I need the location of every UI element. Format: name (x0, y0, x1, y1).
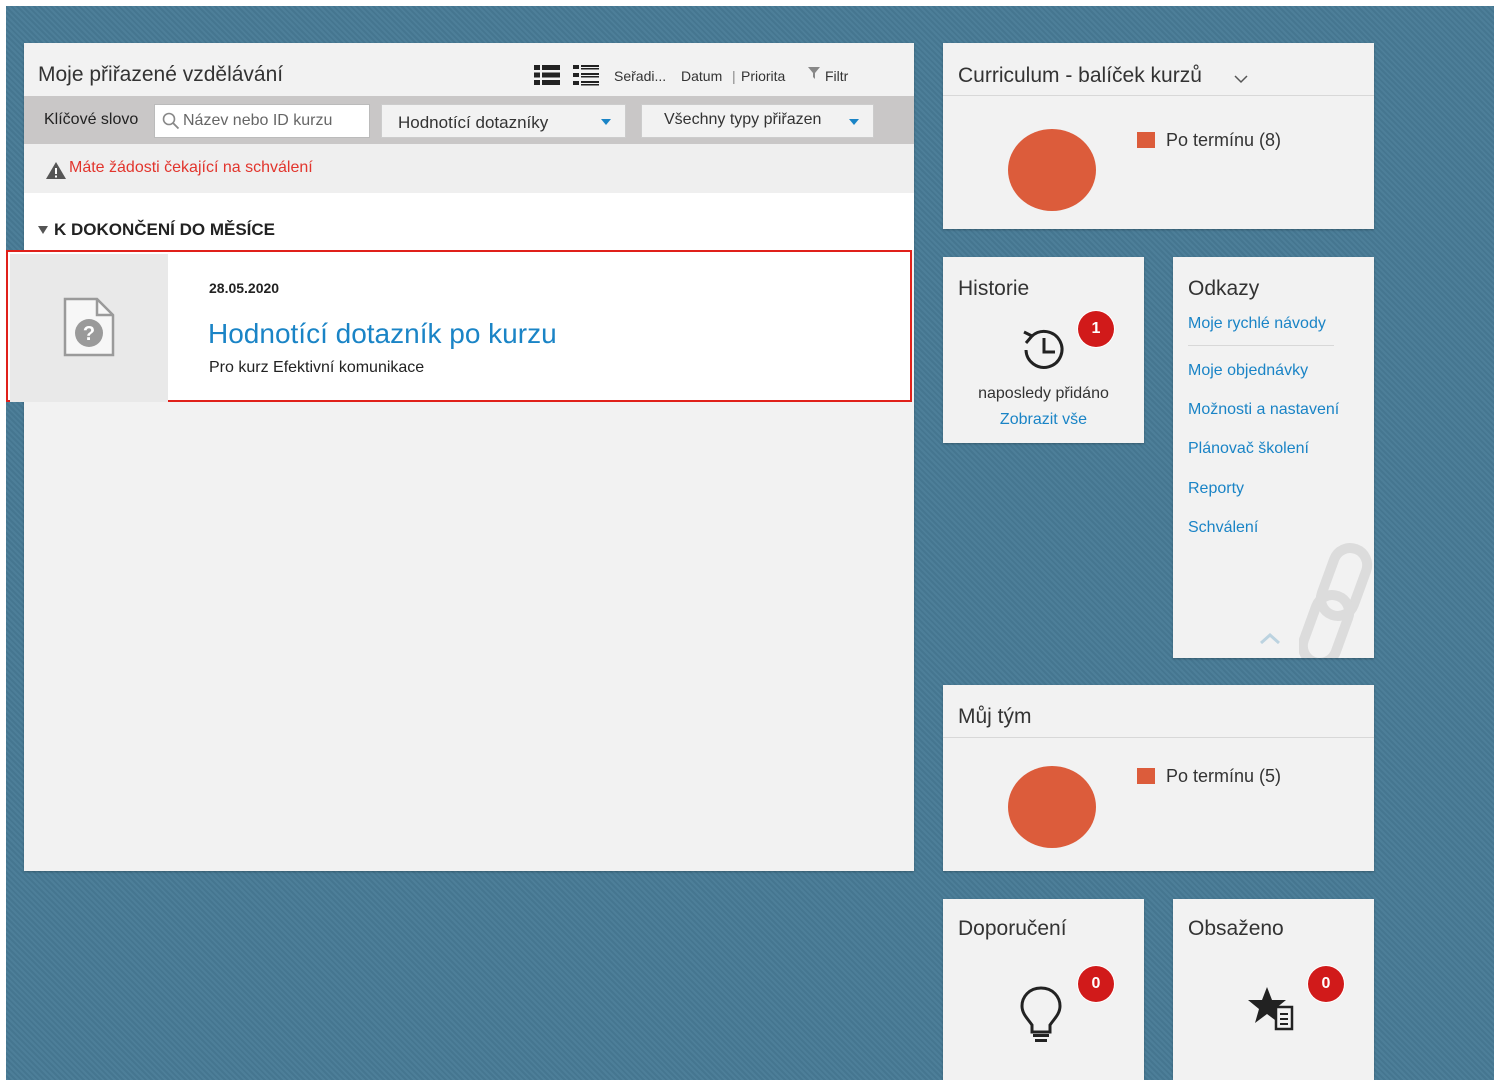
link-my-orders[interactable]: Moje objednávky (1188, 362, 1308, 380)
svg-text:?: ? (83, 323, 95, 345)
detail-view-icon[interactable] (573, 64, 599, 86)
item-title-link[interactable]: Hodnotící dotazník po kurzu (208, 318, 557, 350)
panel-title: Moje přiřazené vzdělávání (38, 63, 284, 86)
sort-date-option[interactable]: Datum (681, 68, 722, 84)
learning-item-row[interactable]: ? 28.05.2020 Hodnotící dotazník po kurzu… (6, 250, 912, 402)
link-approvals[interactable]: Schválení (1188, 519, 1258, 537)
warning-icon (45, 161, 67, 185)
sort-separator: | (732, 68, 736, 84)
recommendations-count-badge: 0 (1078, 966, 1114, 1002)
contained-tile: Obsaženo 0 (1173, 899, 1374, 1080)
curriculum-tile: Curriculum - balíček kurzů Po termínu (8… (943, 43, 1374, 229)
search-field[interactable] (154, 104, 370, 138)
chevron-down-icon (601, 119, 611, 125)
item-due-date: 28.05.2020 (209, 280, 280, 296)
search-input[interactable] (183, 111, 363, 131)
lightbulb-icon[interactable] (1019, 985, 1063, 1050)
recommendations-title: Doporučení (958, 917, 1067, 940)
team-title: Můj tým (958, 705, 1032, 728)
link-reports[interactable]: Reporty (1188, 480, 1244, 498)
link-training-planner[interactable]: Plánovač školení (1188, 440, 1309, 458)
questionnaire-document-icon: ? (63, 297, 115, 362)
scroll-up-icon[interactable] (1259, 632, 1281, 650)
chevron-down-icon[interactable] (1234, 71, 1248, 89)
list-view-icon[interactable] (534, 64, 560, 86)
recommendations-tile: Doporučení 0 (943, 899, 1144, 1080)
collapse-caret-icon[interactable] (38, 226, 48, 234)
overdue-legend[interactable]: Po termínu (8) (1166, 130, 1281, 151)
divider (943, 95, 1374, 96)
chain-link-watermark-icon (1299, 539, 1374, 658)
contained-count-badge: 0 (1308, 966, 1344, 1002)
divider (943, 737, 1374, 738)
curriculum-title[interactable]: Curriculum - balíček kurzů (958, 64, 1202, 88)
item-subtitle: Pro kurz Efektivní komunikace (209, 359, 425, 376)
links-title: Odkazy (1188, 277, 1260, 300)
history-caption: naposledy přidáno (978, 385, 1109, 402)
sort-priority-option[interactable]: Priorita (741, 68, 785, 84)
link-options-settings[interactable]: Možnosti a nastavení (1188, 401, 1339, 419)
filter-bar: Klíčové slovo Hodnotící dotazníky Všechn… (24, 96, 914, 144)
history-count-badge: 1 (1078, 311, 1114, 347)
history-title: Historie (958, 277, 1030, 300)
dropdown-label: Všechny typy přiřazen (664, 111, 822, 128)
panel-header: Moje přiřazené vzdělávání Seřadi... Datu… (24, 43, 914, 96)
item-thumbnail: ? (10, 254, 168, 402)
pending-approval-link[interactable]: Máte žádosti čekající na schválení (69, 159, 313, 177)
dropdown-label: Hodnotící dotazníky (398, 113, 549, 132)
divider (1188, 345, 1334, 346)
assigned-learning-panel: Moje přiřazené vzdělávání Seřadi... Datu… (6, 43, 914, 871)
search-icon (162, 112, 180, 135)
sort-label: Seřadi... (614, 68, 667, 84)
link-quick-guides[interactable]: Moje rychlé návody (1188, 315, 1326, 333)
view-all-link[interactable]: Zobrazit vše (943, 411, 1144, 429)
contained-title: Obsaženo (1188, 917, 1284, 940)
history-clock-icon[interactable] (1016, 322, 1072, 383)
team-overdue-pie-chart[interactable] (1008, 766, 1096, 848)
links-tile: Odkazy Moje rychlé návody Moje objednávk… (1173, 257, 1374, 658)
team-overdue-legend[interactable]: Po termínu (5) (1166, 766, 1281, 787)
legend-swatch (1137, 768, 1155, 784)
keyword-label: Klíčové slovo (44, 111, 139, 128)
chevron-down-icon (849, 119, 859, 125)
filter-icon[interactable] (808, 66, 820, 85)
history-tile: Historie 1 naposledy přidáno Zobrazit vš… (943, 257, 1144, 443)
questionnaire-type-dropdown[interactable]: Hodnotící dotazníky (381, 104, 626, 138)
star-list-icon[interactable] (1247, 985, 1303, 1042)
overdue-pie-chart[interactable] (1008, 129, 1096, 211)
my-team-tile: Můj tým Po termínu (5) (943, 685, 1374, 871)
legend-swatch (1137, 132, 1155, 148)
filter-link[interactable]: Filtr (825, 68, 848, 84)
section-title[interactable]: K DOKONČENÍ DO MĚSÍCE (54, 220, 275, 240)
assignment-type-dropdown[interactable]: Všechny typy přiřazen (641, 104, 874, 138)
